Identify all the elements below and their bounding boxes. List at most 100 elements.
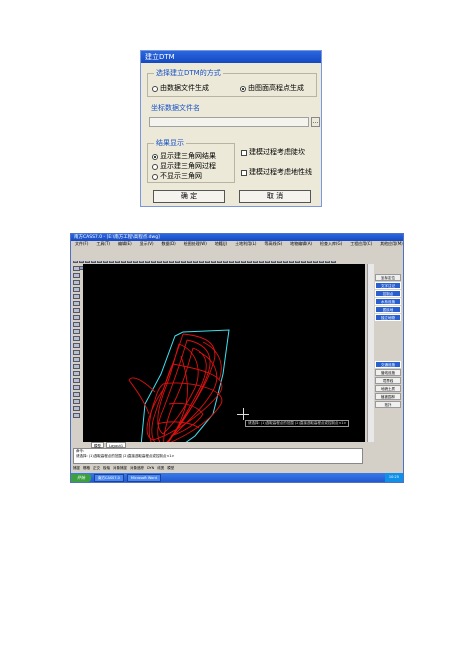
check-scarp[interactable]: 建模过程考虑陡坎 — [241, 148, 305, 157]
menu-contour[interactable]: 等高线(S) — [264, 241, 282, 247]
chamfer-tool-icon[interactable] — [73, 399, 80, 404]
trim-tool-icon[interactable] — [73, 343, 80, 348]
menu-bar: 文件(F) 工具(T) 编辑(E) 显示(V) 数据(D) 绘图处理(W) 地籍… — [71, 241, 403, 247]
menu-file[interactable]: 文件(F) — [75, 241, 88, 247]
status-otrack[interactable]: 对象追踪 — [130, 465, 144, 471]
command-window[interactable]: 命令: 请选择: (1)选取高程点的范围 (2)直接选取高程点或控制点<1> — [73, 448, 363, 464]
array-tool-icon[interactable] — [73, 406, 80, 411]
stretch-tool-icon[interactable] — [73, 413, 80, 418]
contour-line — [148, 382, 223, 449]
status-model[interactable]: 模型 — [167, 465, 174, 471]
coordinate-file-input[interactable] — [149, 117, 309, 127]
browse-button[interactable]: ... — [311, 117, 320, 127]
radio-no-display-button[interactable] — [152, 173, 158, 180]
move-tool-icon[interactable] — [73, 315, 80, 320]
mirror-tool-icon[interactable] — [73, 371, 80, 376]
toolbar-standard — [73, 248, 363, 263]
input-tooltip: 请选择: (1)选取高程点的范围 (2)直接选取高程点或控制点<1> — [245, 420, 350, 427]
radio-show-process-button[interactable] — [152, 163, 158, 170]
radio-from-file-label: 由数据文件生成 — [160, 84, 209, 92]
status-osnap[interactable]: 对象捕捉 — [113, 465, 127, 471]
menu-tools[interactable]: 工具(T) — [96, 241, 110, 247]
radio-show-process-label: 显示建三角网过程 — [160, 162, 216, 170]
status-grid[interactable]: 栅格 — [83, 465, 90, 471]
menu-draw[interactable]: 绘图处理(W) — [184, 241, 207, 247]
radio-from-points-button[interactable] — [240, 85, 246, 92]
status-polar[interactable]: 极轴 — [103, 465, 110, 471]
ok-button[interactable]: 确 定 — [153, 190, 225, 203]
cancel-button[interactable]: 取 消 — [239, 190, 311, 203]
cad-title: 南方CASS7.0 - [E:\南方工程\高程点.dwg] — [71, 234, 403, 241]
method-group-label: 选择建立DTM的方式 — [154, 68, 223, 78]
feature-panel: 坐标定位 文字注记 控制点 水系设施 居民地 独立地物 交通设施 管线设施 境界… — [375, 274, 401, 464]
method-group: 选择建立DTM的方式 由数据文件生成 由图面高程点生成 — [147, 68, 317, 97]
contour-line — [128, 377, 156, 415]
rect-tool-icon[interactable] — [73, 294, 80, 299]
erase-tool-icon[interactable] — [73, 378, 80, 383]
circle-tool-icon[interactable] — [73, 280, 80, 285]
taskbar-item[interactable]: Microsoft Word — [126, 473, 161, 482]
check-terrain-line-box[interactable] — [241, 169, 247, 176]
panel-item[interactable]: 地貌土质 — [375, 385, 401, 392]
menu-view[interactable]: 显示(V) — [140, 241, 154, 247]
panel-item[interactable]: 境界线 — [375, 377, 401, 384]
status-dyn[interactable]: DYN — [147, 465, 154, 471]
cass-window: 南方CASS7.0 - [E:\南方工程\高程点.dwg] 文件(F) 工具(T… — [70, 233, 404, 483]
extend-tool-icon[interactable] — [73, 350, 80, 355]
radio-no-display[interactable]: 不显示三角网 — [152, 172, 202, 181]
menu-engineering[interactable]: 工程应用(C) — [350, 241, 372, 247]
break-tool-icon[interactable] — [73, 357, 80, 362]
radio-show-result-label: 显示建三角网结果 — [160, 152, 216, 160]
status-lineweight[interactable]: 线宽 — [157, 465, 164, 471]
hatch-tool-icon[interactable] — [73, 301, 80, 306]
menu-edit[interactable]: 编辑(E) — [118, 241, 132, 247]
copy-tool-icon[interactable] — [73, 322, 80, 327]
radio-from-points[interactable]: 由图面高程点生成 — [240, 84, 304, 93]
menu-land-use[interactable]: 土地利用(L) — [235, 241, 256, 247]
dialog-title: 建立DTM — [141, 51, 321, 63]
status-bar: 捕捉 栅格 正交 极轴 对象捕捉 对象追踪 DYN 线宽 模型 — [73, 465, 373, 471]
radio-from-file-button[interactable] — [152, 85, 158, 92]
offset-tool-icon[interactable] — [73, 364, 80, 369]
check-terrain-line[interactable]: 建模过程考虑地性线 — [241, 168, 312, 177]
contour-drawing — [128, 329, 230, 461]
panel-item[interactable]: 水系设施 — [375, 298, 401, 305]
menu-data[interactable]: 数据(D) — [162, 241, 176, 247]
menu-other[interactable]: 其他应用(M) — [380, 241, 403, 247]
draw-toolbar — [72, 264, 82, 442]
panel-item[interactable]: 交通设施 — [375, 361, 401, 368]
text-tool-icon[interactable] — [73, 308, 80, 313]
radio-show-result-button[interactable] — [152, 153, 158, 160]
menu-cadastre[interactable]: 地籍(J) — [215, 241, 227, 247]
panel-item[interactable]: 坐标定位 — [375, 274, 401, 281]
panel-item[interactable]: 管线设施 — [375, 369, 401, 376]
panel-item[interactable]: 植被园林 — [375, 393, 401, 400]
vertical-scrollbar[interactable] — [367, 264, 374, 442]
status-ortho[interactable]: 正交 — [93, 465, 100, 471]
panel-item[interactable]: 居民地 — [375, 306, 401, 313]
radio-from-points-label: 由图面高程点生成 — [248, 84, 304, 92]
taskbar: 开始 南方CASS7.0 Microsoft Word 10:25 — [71, 473, 403, 482]
explode-tool-icon[interactable] — [73, 385, 80, 390]
scale-tool-icon[interactable] — [73, 336, 80, 341]
radio-show-process[interactable]: 显示建三角网过程 — [152, 162, 216, 171]
drawing-canvas[interactable]: 请选择: (1)选取高程点的范围 (2)直接选取高程点或控制点<1> — [83, 264, 365, 461]
taskbar-item[interactable]: 南方CASS7.0 — [94, 473, 124, 482]
menu-check[interactable]: 检查入库(G) — [320, 241, 342, 247]
line-tool-icon[interactable] — [73, 266, 80, 271]
status-snap[interactable]: 捕捉 — [73, 465, 80, 471]
rotate-tool-icon[interactable] — [73, 329, 80, 334]
taskbar-clock: 10:25 — [384, 473, 403, 482]
panel-item[interactable]: 独立地物 — [375, 314, 401, 321]
check-scarp-box[interactable] — [241, 149, 247, 156]
arc-tool-icon[interactable] — [73, 287, 80, 292]
panel-item[interactable]: 控制点 — [375, 290, 401, 297]
polyline-tool-icon[interactable] — [73, 273, 80, 278]
radio-from-file[interactable]: 由数据文件生成 — [152, 84, 209, 93]
fillet-tool-icon[interactable] — [73, 392, 80, 397]
radio-show-result[interactable]: 显示建三角网结果 — [152, 152, 216, 161]
panel-item[interactable]: 文字注记 — [375, 282, 401, 289]
panel-item[interactable]: 拓扑 — [375, 401, 401, 408]
menu-feature-edit[interactable]: 地物编辑(A) — [290, 241, 312, 247]
start-button[interactable]: 开始 — [71, 473, 91, 482]
